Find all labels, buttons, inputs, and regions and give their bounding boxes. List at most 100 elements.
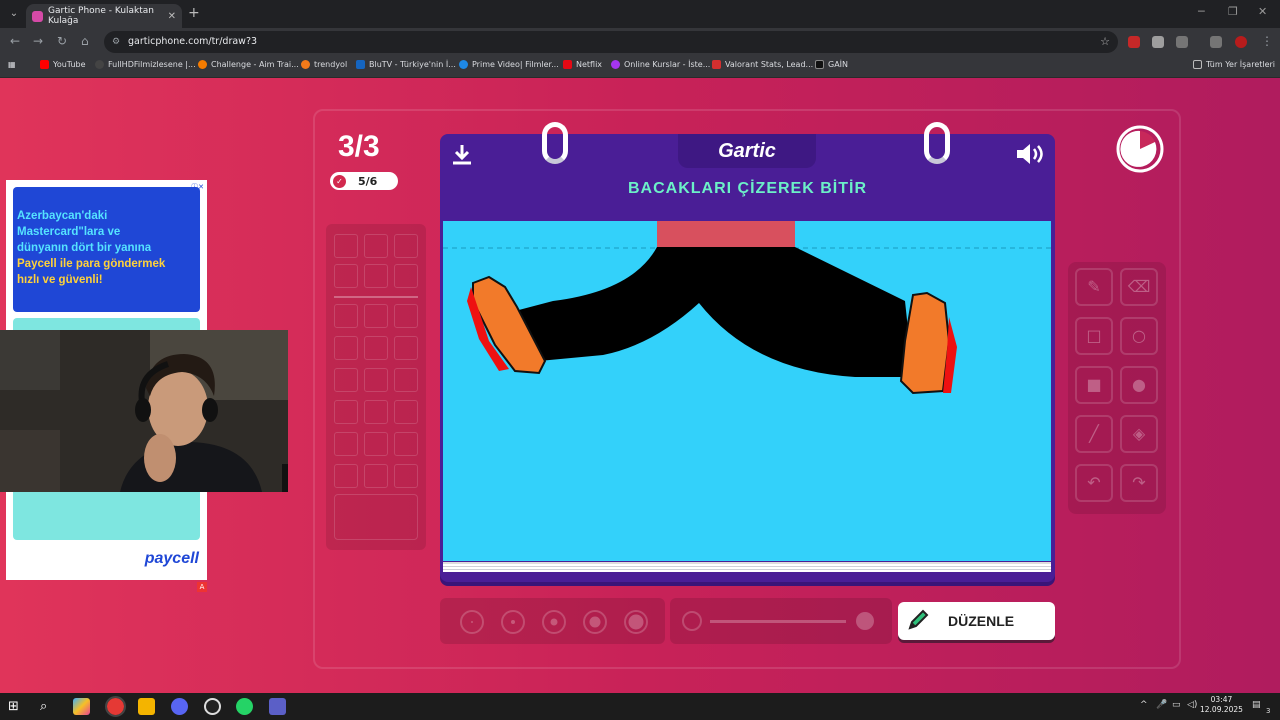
bookmark-star-icon[interactable]: ☆ [1100,31,1110,53]
line-tool-icon[interactable]: ╱ [1075,415,1113,453]
download-icon[interactable] [450,142,474,166]
teams-icon[interactable] [269,698,286,715]
all-bookmarks[interactable]: Tüm Yer İşaretleri [1193,60,1275,69]
undo-icon[interactable]: ↶ [1075,464,1113,502]
system-clock[interactable]: 03:47 12.09.2025 [1200,695,1243,715]
pencil-tool-icon[interactable]: ✎ [1075,268,1113,306]
extension-icon[interactable] [1128,36,1140,48]
opacity-handle[interactable] [856,612,874,630]
bookmark-trendyol[interactable]: trendyol [301,60,347,69]
color-swatch[interactable] [394,432,418,456]
bookmark-valorant[interactable]: Valorant Stats, Lead... [712,60,813,69]
custom-color-swatch[interactable] [334,494,418,540]
color-swatch[interactable] [364,336,388,360]
opacity-slider[interactable] [670,598,892,644]
fill-bucket-tool-icon[interactable]: ◈ [1120,415,1158,453]
windows-start-icon[interactable]: ⊞ [8,698,25,715]
color-swatch[interactable] [394,234,418,258]
opacity-track[interactable] [710,620,846,623]
bookmark-udemy[interactable]: Online Kurslar - İste... [611,60,710,69]
brush-size-option[interactable] [542,610,566,634]
speaker-icon[interactable] [1015,142,1045,166]
brush-size-option[interactable] [583,610,607,634]
forward-icon[interactable]: → [33,34,43,48]
ellipse-outline-tool-icon[interactable]: ○ [1120,317,1158,355]
color-swatch[interactable] [364,464,388,488]
new-tab-icon[interactable]: + [188,5,200,21]
color-swatch[interactable] [364,368,388,392]
chrome-icon[interactable] [105,696,126,717]
browser-tab[interactable]: Gartic Phone - Kulaktan Kulağa ✕ [26,4,182,28]
color-swatch[interactable] [334,368,358,392]
bookmark-blutv[interactable]: BluTV - Türkiye'nin İ... [356,60,456,69]
color-swatch[interactable] [334,264,358,288]
bookmark-netflix[interactable]: Netflix [563,60,602,69]
back-icon[interactable]: ← [10,34,20,48]
copilot-icon[interactable] [73,698,90,715]
search-icon[interactable]: ⌕ [40,698,57,715]
clock-date: 12.09.2025 [1200,705,1243,714]
network-icon[interactable]: ▭ [1172,700,1181,710]
folder-icon [1193,60,1202,69]
color-swatch[interactable] [364,264,388,288]
rectangle-fill-tool-icon[interactable]: ■ [1075,366,1113,404]
color-swatch[interactable] [334,304,358,328]
bookmark-gain[interactable]: GAİN [815,60,848,69]
color-swatch[interactable] [394,400,418,424]
color-swatch[interactable] [364,234,388,258]
brush-size-option[interactable] [624,610,648,634]
minimize-icon[interactable]: ─ [1198,5,1205,18]
profile-avatar[interactable] [1235,36,1247,48]
color-swatch[interactable] [394,304,418,328]
menu-kebab-icon[interactable]: ⋮ [1261,34,1273,48]
home-icon[interactable]: ⌂ [81,34,89,48]
color-swatch[interactable] [364,400,388,424]
bookmark-primevideo[interactable]: Prime Video| Filmler... [459,60,559,69]
eraser-tool-icon[interactable]: ⌫ [1120,268,1158,306]
color-swatch[interactable] [334,400,358,424]
file-explorer-icon[interactable] [138,698,155,715]
extensions-puzzle-icon[interactable] [1176,36,1188,48]
brush-size-selector [440,598,665,644]
color-swatch[interactable] [364,304,388,328]
clock-time: 03:47 [1210,695,1233,704]
edit-button[interactable]: DÜZENLE [898,602,1055,640]
rectangle-outline-tool-icon[interactable]: □ [1075,317,1113,355]
whatsapp-icon[interactable] [236,698,253,715]
color-swatch[interactable] [334,234,358,258]
discord-icon[interactable] [171,698,188,715]
maximize-icon[interactable]: ❐ [1228,5,1238,18]
blutv-icon [356,60,365,69]
color-swatch[interactable] [334,432,358,456]
address-bar[interactable]: ⚙ garticphone.com/tr/draw?3 ☆ [104,31,1118,53]
obs-icon[interactable] [204,698,221,715]
color-swatch[interactable] [364,432,388,456]
tab-close-icon[interactable]: ✕ [168,11,176,22]
color-swatch[interactable] [334,464,358,488]
apps-grid-icon[interactable]: ▦ [8,60,16,69]
microphone-icon[interactable]: 🎤 [1156,700,1167,710]
color-swatch[interactable] [334,336,358,360]
brush-size-option[interactable] [501,610,525,634]
color-swatch[interactable] [394,464,418,488]
redo-icon[interactable]: ↷ [1120,464,1158,502]
site-info-icon[interactable]: ⚙ [112,31,120,53]
reload-icon[interactable]: ↻ [57,34,67,48]
drawing-canvas[interactable] [443,221,1051,561]
notification-icon[interactable]: ▤ [1252,700,1261,710]
bookmark-fullhd[interactable]: FullHDFilmizlesene |... [95,60,196,69]
bookmark-aimtrainer[interactable]: Challenge - Aim Trai... [198,60,299,69]
tray-overflow-icon[interactable]: ^ [1140,700,1148,710]
window-close-icon[interactable]: ✕ [1258,5,1267,18]
color-swatch[interactable] [394,264,418,288]
color-swatch[interactable] [394,368,418,392]
film-icon [95,60,104,69]
shield-icon[interactable] [1152,36,1164,48]
tab-search-icon[interactable]: ⌄ [6,6,22,22]
brush-size-option[interactable] [460,610,484,634]
volume-icon[interactable]: ◁) [1187,700,1197,710]
bookmark-youtube[interactable]: YouTube [40,60,86,69]
media-icon[interactable] [1210,36,1222,48]
color-swatch[interactable] [394,336,418,360]
ellipse-fill-tool-icon[interactable]: ● [1120,366,1158,404]
